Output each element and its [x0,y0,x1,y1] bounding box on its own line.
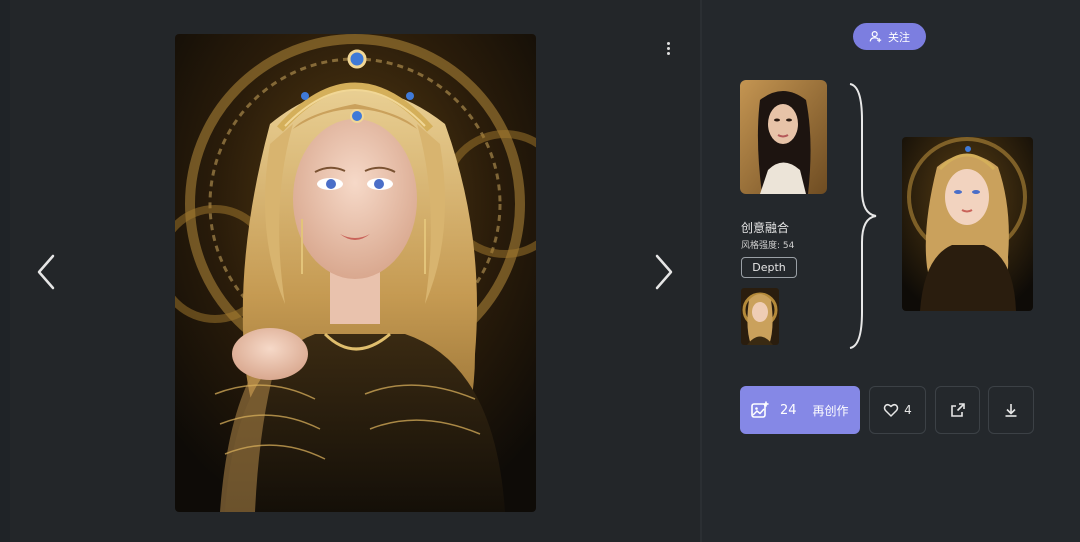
merge-brace-icon [849,83,877,349]
next-image-button[interactable] [643,252,683,292]
source-image-thumbnail[interactable] [740,80,827,194]
remix-label: 再创作 [812,403,849,418]
heart-icon [883,403,899,417]
more-vertical-icon [666,41,670,45]
like-count: 4 [904,403,912,417]
image-plus-icon [751,401,769,418]
fusion-title: 创意融合 [741,221,790,235]
chevron-left-icon [37,254,55,290]
download-icon [1005,404,1017,417]
style-strength-text: 风格强度: 54 [741,241,795,251]
like-button[interactable]: 4 [869,386,926,434]
remix-button[interactable]: 24 再创作 [740,386,860,434]
share-button[interactable] [935,386,980,434]
remix-count: 24 [780,402,797,418]
depth-tag: Depth [741,257,797,278]
share-icon [950,403,965,417]
user-plus-icon [869,31,882,43]
main-artwork-image [175,34,536,512]
follow-button[interactable]: 关注 [853,23,926,50]
prev-image-button[interactable] [27,252,67,292]
follow-label: 关注 [888,30,910,44]
reference-image-thumbnail[interactable] [741,288,779,345]
result-image-thumbnail[interactable] [902,137,1033,311]
chevron-right-icon [655,254,673,290]
download-button[interactable] [988,386,1034,434]
more-options-button[interactable] [656,36,680,60]
